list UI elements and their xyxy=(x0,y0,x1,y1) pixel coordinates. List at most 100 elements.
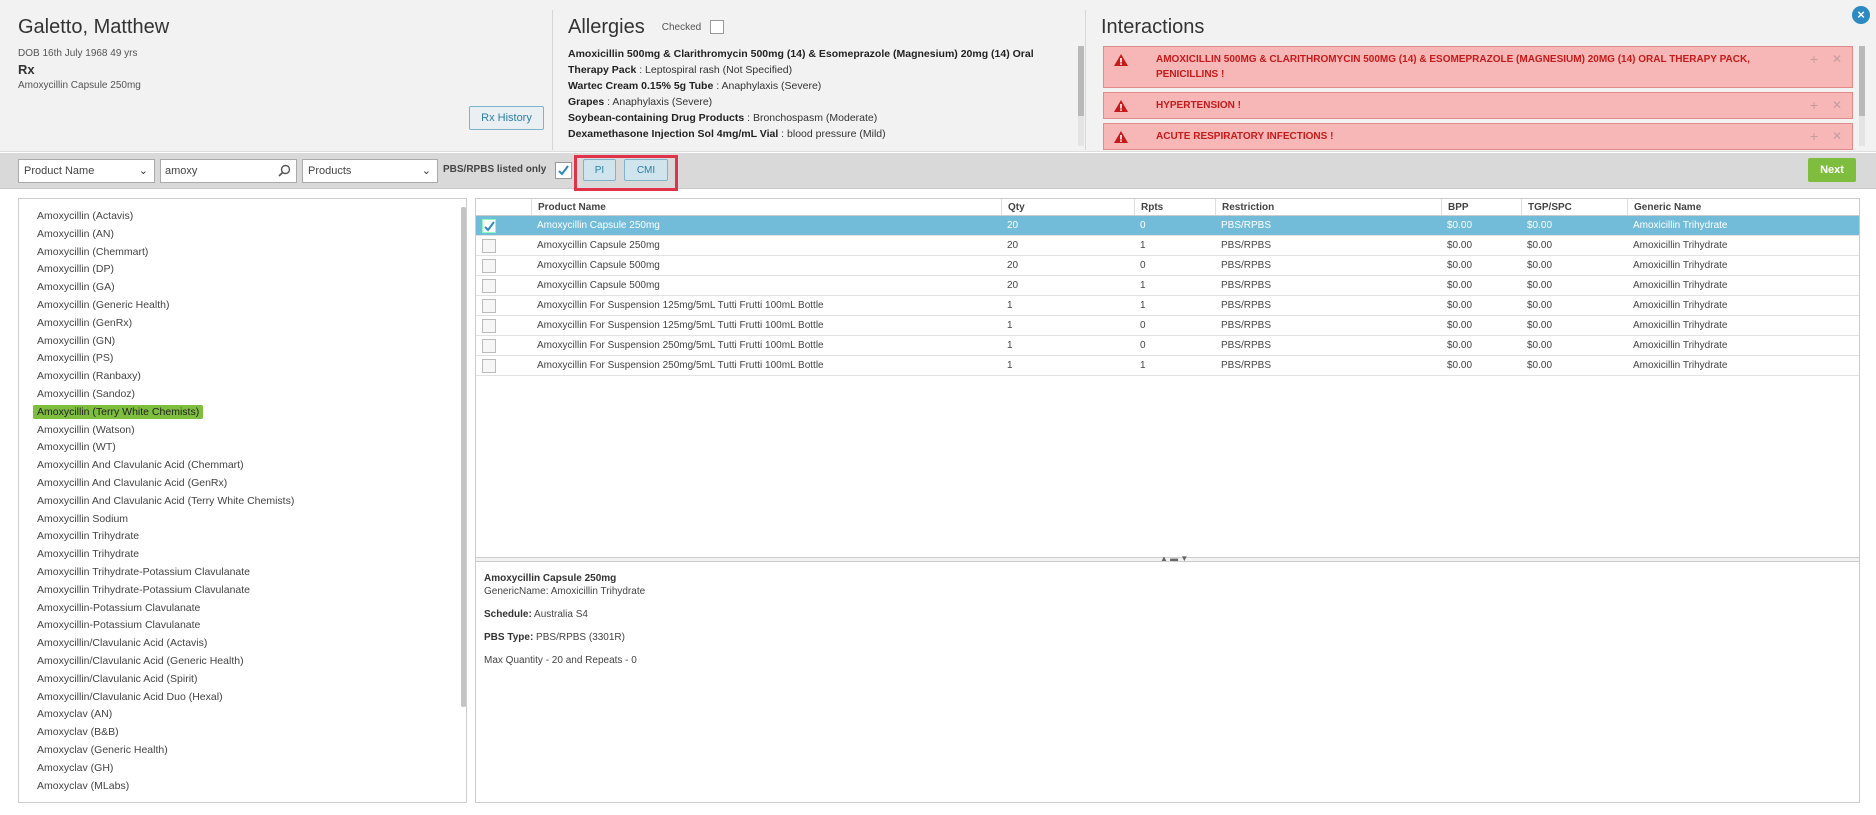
row-checkbox[interactable] xyxy=(482,299,496,313)
table-row[interactable]: Amoxycillin Capsule 250mg 20 1 PBS/RPBS $0.0… xyxy=(476,236,1859,256)
list-item[interactable]: Amoxycillin (PS) xyxy=(29,350,449,368)
cell-restriction: PBS/RPBS xyxy=(1221,340,1272,351)
row-checkbox[interactable] xyxy=(482,239,496,253)
row-checkbox[interactable] xyxy=(482,359,496,373)
cell-qty: 1 xyxy=(1007,360,1013,371)
patient-name: Galetto, Matthew xyxy=(18,16,170,38)
interaction-item[interactable]: HYPERTENSION ! + ✕ xyxy=(1103,92,1853,119)
dismiss-icon[interactable]: ✕ xyxy=(1832,129,1842,144)
row-checkbox[interactable] xyxy=(482,259,496,273)
filter-select[interactable]: Products ⌄ xyxy=(302,159,438,183)
list-item[interactable]: Amoxycillin-Potassium Clavulanate xyxy=(29,600,449,618)
list-item[interactable]: Amoxyclav (AN) xyxy=(29,706,449,724)
search-icon[interactable] xyxy=(278,164,291,177)
column-header[interactable]: Product Name xyxy=(531,199,1001,215)
row-checkbox[interactable] xyxy=(482,219,496,233)
rx-history-button[interactable]: Rx History xyxy=(469,106,544,130)
list-item[interactable]: Amoxycillin (WT) xyxy=(29,439,449,457)
column-header[interactable]: Rpts xyxy=(1134,199,1215,215)
pbs-listed-checkbox[interactable] xyxy=(555,162,572,179)
list-item[interactable]: Amoxycillin Sodium xyxy=(29,511,449,529)
list-item[interactable]: Amoxycillin Trihydrate-Potassium Clavula… xyxy=(29,564,449,582)
interaction-scrollbar[interactable] xyxy=(1859,46,1865,146)
table-row[interactable]: Amoxycillin Capsule 500mg 20 0 PBS/RPBS $0.0… xyxy=(476,256,1859,276)
interaction-item[interactable]: ACUTE RESPIRATORY INFECTIONS ! + ✕ xyxy=(1103,123,1853,150)
list-item[interactable]: Amoxycillin (Chemmart) xyxy=(29,244,449,262)
search-box[interactable] xyxy=(160,159,297,183)
column-header[interactable]: BPP xyxy=(1441,199,1521,215)
list-item[interactable]: Amoxycillin/Clavulanic Acid (Generic Hea… xyxy=(29,653,449,671)
table-row[interactable]: Amoxycillin Capsule 250mg 20 0 PBS/RPBS $0.0… xyxy=(476,216,1859,236)
dismiss-icon[interactable]: ✕ xyxy=(1832,98,1842,113)
list-item[interactable]: Amoxycillin (Ranbaxy) xyxy=(29,368,449,386)
list-item-label: Amoxycillin (PS) xyxy=(37,352,114,365)
column-header[interactable]: TGP/SPC xyxy=(1521,199,1627,215)
list-item[interactable]: Amoxycillin (Actavis) xyxy=(29,208,449,226)
list-item[interactable]: Amoxycillin (GN) xyxy=(29,333,449,351)
close-icon[interactable]: × xyxy=(1852,6,1870,24)
list-item[interactable]: Amoxycillin Trihydrate xyxy=(29,528,449,546)
product-list-scrollbar[interactable] xyxy=(461,207,466,707)
scroll-thumb[interactable] xyxy=(1078,46,1084,116)
list-item[interactable]: Amoxycillin/Clavulanic Acid Duo (Hexal) xyxy=(29,689,449,707)
panel-splitter[interactable]: ▲ ▬ ▼ xyxy=(476,554,1859,563)
detail-title: Amoxycillin Capsule 250mg xyxy=(484,573,617,584)
cell-product-name: Amoxycillin For Suspension 125mg/5mL Tut… xyxy=(537,320,824,331)
list-item[interactable]: Amoxycillin (Terry White Chemists) xyxy=(29,404,449,422)
list-item[interactable]: Amoxyclav (MLabs) xyxy=(29,778,449,796)
list-item-label: Amoxycillin-Potassium Clavulanate xyxy=(37,601,201,614)
row-checkbox[interactable] xyxy=(482,279,496,293)
search-input[interactable] xyxy=(161,160,271,182)
list-item[interactable]: Amoxycillin/Clavulanic Acid (Actavis) xyxy=(29,635,449,653)
list-item[interactable]: Amoxycillin Trihydrate-Potassium Clavula… xyxy=(29,582,449,600)
checked-checkbox[interactable] xyxy=(710,20,725,34)
column-header[interactable]: Restriction xyxy=(1215,199,1441,215)
list-item[interactable]: Amoxycillin (GenRx) xyxy=(29,315,449,333)
list-item[interactable]: Amoxycillin And Clavulanic Acid (Terry W… xyxy=(29,493,449,511)
interactions-title: Interactions xyxy=(1101,16,1205,38)
list-item[interactable]: Amoxycillin (AN) xyxy=(29,226,449,244)
allergies-title: Allergies xyxy=(568,16,645,38)
pi-button[interactable]: PI xyxy=(583,159,616,181)
list-item[interactable]: Amoxyclav (Generic Health) xyxy=(29,742,449,760)
list-item[interactable]: Amoxycillin (Generic Health) xyxy=(29,297,449,315)
list-item[interactable]: Amoxycillin And Clavulanic Acid (GenRx) xyxy=(29,475,449,493)
cell-product-name: Amoxycillin For Suspension 250mg/5mL Tut… xyxy=(537,340,824,351)
search-by-select[interactable]: Product Name ⌄ xyxy=(18,159,155,183)
cmi-button[interactable]: CMI xyxy=(624,159,668,181)
list-item[interactable]: Amoxyclav (B&B) xyxy=(29,724,449,742)
list-item[interactable]: Amoxycillin (Sandoz) xyxy=(29,386,449,404)
list-item[interactable]: Amoxycillin (DP) xyxy=(29,261,449,279)
list-item-label: Amoxycillin Sodium xyxy=(37,512,129,525)
row-checkbox[interactable] xyxy=(482,319,496,333)
allergy-item: Therapy Pack : Leptospiral rash (Not Spe… xyxy=(568,62,1068,78)
plus-icon[interactable]: + xyxy=(1810,52,1818,67)
cell-restriction: PBS/RPBS xyxy=(1221,300,1272,311)
plus-icon[interactable]: + xyxy=(1810,98,1818,113)
next-button[interactable]: Next xyxy=(1808,158,1856,182)
row-checkbox[interactable] xyxy=(482,339,496,353)
allergy-scrollbar[interactable] xyxy=(1078,46,1084,146)
column-header[interactable]: Generic Name xyxy=(1627,199,1857,215)
list-item[interactable]: Amoxycillin (Watson) xyxy=(29,422,449,440)
plus-icon[interactable]: + xyxy=(1810,129,1818,144)
interaction-item[interactable]: AMOXICILLIN 500MG & CLARITHROMYCIN 500MG… xyxy=(1103,46,1853,88)
column-header[interactable]: Qty xyxy=(1001,199,1134,215)
table-row[interactable]: Amoxycillin For Suspension 250mg/5mL Tut… xyxy=(476,336,1859,356)
table-row[interactable]: Amoxycillin For Suspension 125mg/5mL Tut… xyxy=(476,296,1859,316)
table-row[interactable]: Amoxycillin Capsule 500mg 20 1 PBS/RPBS $0.0… xyxy=(476,276,1859,296)
cell-bpp: $0.00 xyxy=(1447,220,1473,231)
list-item[interactable]: Amoxycillin/Clavulanic Acid (Spirit) xyxy=(29,671,449,689)
list-item[interactable]: Amoxycillin And Clavulanic Acid (Chemmar… xyxy=(29,457,449,475)
table-row[interactable]: Amoxycillin For Suspension 125mg/5mL Tut… xyxy=(476,316,1859,336)
list-item[interactable]: Amoxyclav (GH) xyxy=(29,760,449,778)
list-item[interactable]: Amoxycillin-Potassium Clavulanate xyxy=(29,617,449,635)
detail-max-quantity: Max Quantity - 20 and Repeats - 0 xyxy=(484,655,637,666)
table-row[interactable]: Amoxycillin For Suspension 250mg/5mL Tut… xyxy=(476,356,1859,376)
scroll-thumb[interactable] xyxy=(1859,46,1865,116)
detail-generic: GenericName: Amoxicillin Trihydrate xyxy=(484,586,646,597)
drag-handle-icon[interactable]: ▲ ▬ ▼ xyxy=(1160,554,1188,563)
list-item[interactable]: Amoxycillin Trihydrate xyxy=(29,546,449,564)
dismiss-icon[interactable]: ✕ xyxy=(1832,52,1842,67)
list-item[interactable]: Amoxycillin (GA) xyxy=(29,279,449,297)
